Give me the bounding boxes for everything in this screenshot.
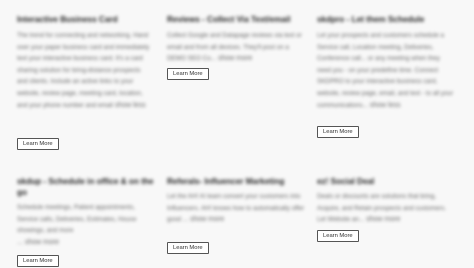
card-referals: Referals- Influencer Marketing Let the A… — [167, 176, 307, 254]
learn-more-button[interactable]: Learn More — [317, 126, 359, 138]
card-description: Deals or discounts are solutions that br… — [317, 193, 447, 224]
card-interactive-business-card: Interactive Business Card The trend for … — [17, 14, 152, 150]
show-more-link[interactable]: show more — [366, 216, 400, 223]
card-title: Interactive Business Card — [17, 15, 118, 24]
card-title: skdpro - Let them Schedule — [317, 15, 425, 24]
card-title: skdup - Schedule in office & on the go — [17, 177, 154, 197]
show-more-link[interactable]: show more — [218, 55, 252, 62]
card-social-deal: ez! Social Deal Deals or discounts are s… — [317, 176, 455, 242]
show-more-link[interactable]: show more — [25, 239, 59, 246]
card-skdup: skdup - Schedule in office & on the go S… — [17, 176, 157, 267]
learn-more-button[interactable]: Learn More — [317, 230, 359, 242]
card-title: Referals- Influencer Marketing — [167, 177, 285, 186]
show-less-link[interactable]: show less — [370, 102, 401, 109]
show-less-link[interactable]: show less — [115, 102, 146, 109]
card-reviews: Reviews - Collect Via Text/email Collect… — [167, 14, 302, 80]
show-more-link[interactable]: show more — [190, 216, 224, 223]
card-skdpro: skdpro - Let them Schedule Let your pros… — [317, 14, 455, 138]
card-description: Schedule meetings, Patient appointments,… — [17, 204, 137, 246]
learn-more-button[interactable]: Learn More — [17, 138, 59, 150]
card-description: Collect Google and Datapage reviews via … — [167, 32, 302, 63]
card-description: Let your prospects and customers schedul… — [317, 32, 454, 109]
learn-more-button[interactable]: Learn More — [167, 242, 209, 254]
learn-more-button[interactable]: Learn More — [17, 255, 59, 267]
card-description: The trend for connecting and networking.… — [17, 32, 150, 109]
card-description: Let the AH! AI team convert your custome… — [167, 193, 305, 224]
learn-more-button[interactable]: Learn More — [167, 68, 209, 80]
card-title: Reviews - Collect Via Text/email — [167, 15, 291, 24]
card-title: ez! Social Deal — [317, 177, 375, 186]
